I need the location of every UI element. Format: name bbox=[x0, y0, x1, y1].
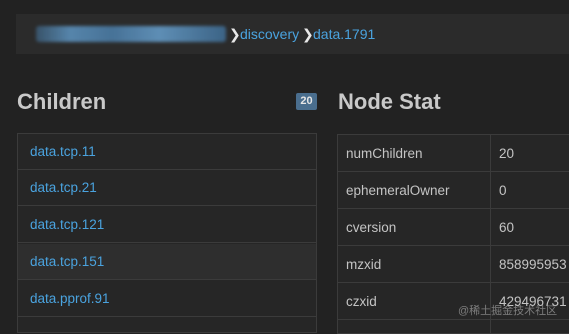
child-node-link[interactable]: data.tcp.151 bbox=[30, 253, 104, 271]
table-row: mzxid 858995953 bbox=[338, 246, 569, 283]
breadcrumb-link-discovery[interactable]: discovery bbox=[240, 24, 299, 44]
table-row: cversion 60 bbox=[338, 209, 569, 246]
watermark: @稀土掘金技术社区 bbox=[458, 305, 558, 317]
child-node-link[interactable]: data.tcp.11 bbox=[30, 143, 96, 161]
breadcrumb: ❯ discovery ❯ data.1791 bbox=[16, 14, 569, 54]
breadcrumb-link-current-node[interactable]: data.1791 bbox=[313, 24, 375, 44]
list-item: data.tcp.121 bbox=[18, 207, 316, 243]
chevron-right-icon: ❯ bbox=[302, 26, 314, 42]
children-list: data.tcp.11 data.tcp.21 data.tcp.121 dat… bbox=[17, 133, 317, 333]
children-title: Children bbox=[17, 89, 107, 114]
stat-key: czxid bbox=[346, 294, 377, 309]
children-count-badge: 20 bbox=[296, 93, 317, 110]
list-item: data.tcp.151 bbox=[18, 244, 316, 280]
list-item: data.pprof.91 bbox=[18, 281, 316, 317]
stat-key: cversion bbox=[346, 220, 397, 235]
stat-value: 60 bbox=[499, 220, 515, 235]
child-node-link[interactable]: data.tcp.21 bbox=[30, 179, 97, 197]
table-row: ephemeralOwner 0 bbox=[338, 172, 569, 209]
stat-key: mzxid bbox=[346, 257, 382, 272]
breadcrumb-blurred-root[interactable] bbox=[36, 26, 226, 42]
table-row: numChildren 20 bbox=[338, 135, 569, 172]
stat-key: numChildren bbox=[346, 146, 423, 161]
chevron-right-icon: ❯ bbox=[229, 26, 241, 42]
list-item: data.tcp.21 bbox=[18, 170, 316, 206]
stat-value: 20 bbox=[499, 146, 515, 161]
child-node-link[interactable]: data.tcp.121 bbox=[30, 216, 104, 234]
node-stat-title: Node Stat bbox=[338, 89, 441, 114]
stat-value: 858995953 bbox=[499, 257, 567, 272]
child-node-link[interactable]: data.pprof.91 bbox=[30, 290, 110, 308]
list-item: data.tcp.11 bbox=[18, 134, 316, 170]
stat-value: 0 bbox=[499, 183, 507, 198]
stat-key: ephemeralOwner bbox=[346, 183, 450, 198]
